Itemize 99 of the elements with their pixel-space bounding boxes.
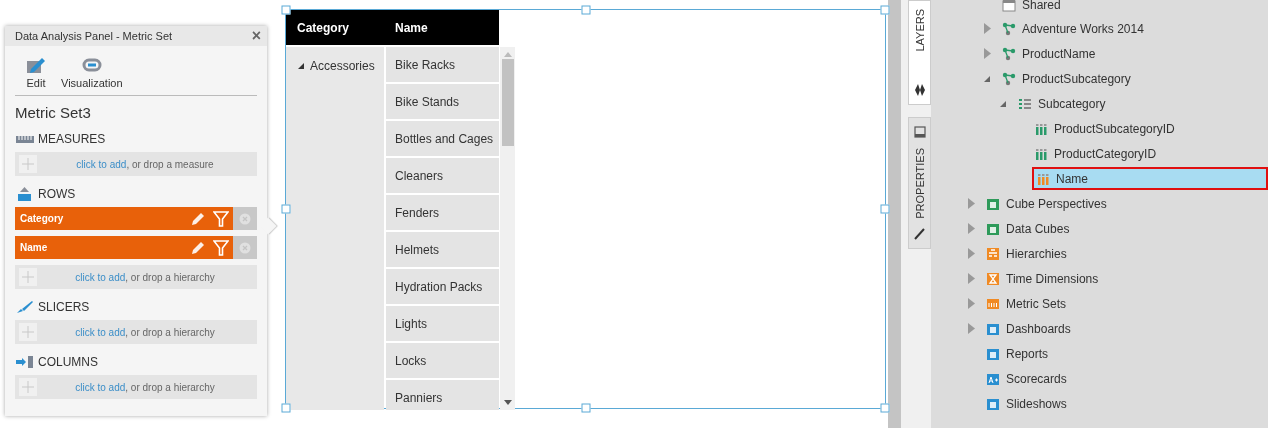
plus-icon[interactable]	[19, 268, 37, 286]
edit-icon	[25, 55, 47, 75]
tree-item[interactable]: ProductCategoryID	[1032, 142, 1163, 165]
hourglass-icon	[986, 271, 1000, 286]
table-cell: Fenders	[386, 195, 499, 230]
edit-button[interactable]: Edit	[25, 55, 47, 89]
tree-item[interactable]: Cube Perspectives	[984, 192, 1113, 215]
drop-zone[interactable]: click to add, or drop a hierarchy	[15, 265, 257, 289]
pencil-icon[interactable]	[191, 211, 205, 226]
tree-item[interactable]: Subcategory	[1016, 92, 1112, 115]
splitter-bar[interactable]	[888, 0, 902, 428]
plus-icon[interactable]	[19, 323, 37, 341]
tree-item[interactable]: Name	[1032, 167, 1268, 190]
table-cell: Panniers	[386, 380, 499, 410]
table-cell: Locks	[386, 343, 499, 378]
section-title: ROWS	[38, 187, 76, 201]
table-cell: Hydration Packs	[386, 269, 499, 304]
visualization-button[interactable]: Visualization	[61, 55, 123, 89]
resize-handle[interactable]	[581, 403, 590, 413]
table-cell: Lights	[386, 306, 499, 341]
drop-hint: click to add, or drop a hierarchy	[74, 326, 216, 338]
collapsed-triangle-icon[interactable]	[982, 23, 992, 34]
tree-item[interactable]: Adventure Works 2014	[1000, 17, 1150, 40]
scrollbar[interactable]	[500, 47, 515, 410]
field-label: Category	[20, 213, 65, 224]
pencil-icon	[913, 228, 926, 240]
columns-icon	[1036, 171, 1050, 186]
columns-icon	[1034, 146, 1048, 161]
hierarchy-icon	[986, 246, 1000, 261]
scrollbar-thumb[interactable]	[501, 59, 514, 146]
ruler-icon	[986, 296, 1000, 311]
tree-item[interactable]: Hierarchies	[984, 242, 1073, 265]
field-label: Name	[20, 242, 49, 253]
column-header: Name	[394, 20, 428, 35]
close-icon	[239, 241, 251, 254]
resize-handle[interactable]	[581, 5, 590, 15]
close-button[interactable]: ×	[251, 28, 261, 44]
expanded-triangle-icon[interactable]	[297, 62, 305, 70]
scroll-down-icon[interactable]	[503, 400, 512, 406]
drop-hint: click to add, or drop a hierarchy	[74, 381, 216, 393]
tree-item[interactable]: Data Cubes	[984, 217, 1076, 240]
column-header: Category	[296, 20, 350, 35]
drop-zone[interactable]: click to add, or drop a measure	[15, 152, 257, 176]
table-cell: Bike Racks	[386, 47, 499, 82]
side-tab[interactable]: PROPERTIES	[908, 117, 931, 249]
tree-item[interactable]: ProductSubcategory	[1000, 67, 1137, 90]
plus-icon[interactable]	[19, 155, 37, 173]
columns-icon	[1034, 121, 1048, 136]
tree-item[interactable]: Dashboards	[984, 317, 1077, 340]
resize-handle[interactable]	[880, 5, 890, 15]
collapsed-triangle-icon[interactable]	[966, 298, 976, 309]
window-icon	[913, 126, 926, 138]
layers-icon	[914, 84, 925, 96]
tree-item[interactable]: Scorecards	[984, 367, 1073, 390]
brush-icon	[15, 300, 35, 314]
tree-item[interactable]: Slideshows	[984, 392, 1073, 415]
collapsed-triangle-icon[interactable]	[966, 223, 976, 234]
section-title: MEASURES	[38, 132, 106, 146]
panel-title: Data Analysis Panel - Metric Set	[15, 30, 173, 42]
table-cell: Helmets	[386, 232, 499, 267]
nodes-icon	[1002, 21, 1016, 36]
collapsed-triangle-icon[interactable]	[966, 198, 976, 209]
collapsed-triangle-icon[interactable]	[966, 323, 976, 334]
tree-item[interactable]: Shared	[1000, 0, 1067, 16]
tree-item[interactable]: ProductName	[1000, 42, 1102, 65]
close-icon	[239, 212, 251, 225]
metric-set-name: Metric Set3	[15, 104, 92, 121]
resize-handle[interactable]	[880, 204, 890, 214]
table-cell: Cleaners	[386, 158, 499, 193]
drop-zone[interactable]: click to add, or drop a hierarchy	[15, 320, 257, 344]
nodes-icon	[1002, 46, 1016, 61]
nodes-icon	[1002, 71, 1016, 86]
columns-icon	[15, 355, 35, 369]
list-icon	[1018, 96, 1032, 111]
table-cell: Bike Stands	[386, 84, 499, 119]
section-title: SLICERS	[38, 300, 90, 314]
collapsed-triangle-icon[interactable]	[966, 248, 976, 259]
scroll-up-icon[interactable]	[503, 51, 512, 57]
tree-item[interactable]: Metric Sets	[984, 292, 1073, 315]
resize-handle[interactable]	[281, 5, 291, 15]
tree-item[interactable]: Reports	[984, 342, 1055, 365]
filter-icon[interactable]	[213, 239, 229, 256]
plus-icon[interactable]	[19, 378, 37, 396]
category-label: Accessories	[310, 59, 375, 73]
section-title: COLUMNS	[38, 355, 98, 369]
table-cell: Bottles and Cages	[386, 121, 499, 156]
pencil-icon[interactable]	[191, 240, 205, 255]
collapsed-triangle-icon[interactable]	[982, 48, 992, 59]
folder-icon	[1002, 0, 1016, 12]
tree-item[interactable]: ProductSubcategoryID	[1032, 117, 1181, 140]
drop-hint: click to add, or drop a measure	[75, 158, 215, 170]
resize-handle[interactable]	[880, 403, 890, 413]
collapsed-triangle-icon[interactable]	[966, 273, 976, 284]
scorecard-icon	[986, 371, 1000, 386]
tree-item[interactable]: Time Dimensions	[984, 267, 1105, 290]
side-tab[interactable]: LAYERS	[908, 0, 931, 105]
filter-icon[interactable]	[213, 210, 229, 227]
drop-zone[interactable]: click to add, or drop a hierarchy	[15, 375, 257, 399]
drop-hint: click to add, or drop a hierarchy	[74, 271, 216, 283]
